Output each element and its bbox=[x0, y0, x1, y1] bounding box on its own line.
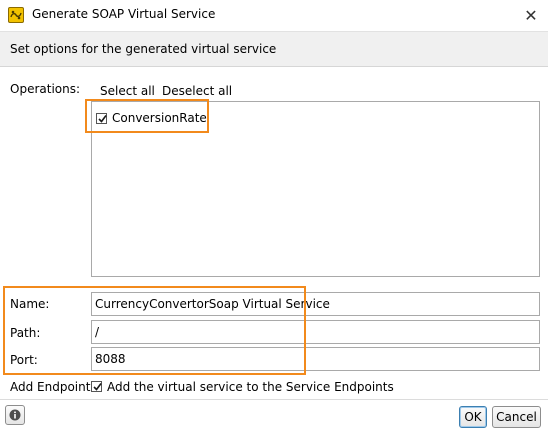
deselect-all-link[interactable]: Deselect all bbox=[162, 84, 232, 98]
info-icon bbox=[9, 409, 21, 421]
dialog-subtitle: Set options for the generated virtual se… bbox=[10, 42, 277, 56]
footer-divider bbox=[0, 399, 548, 400]
checkmark-icon bbox=[98, 115, 107, 123]
cancel-button[interactable]: Cancel bbox=[492, 406, 541, 428]
info-button[interactable] bbox=[5, 405, 25, 425]
close-button[interactable]: ✕ bbox=[518, 3, 544, 27]
app-logo-icon bbox=[8, 7, 24, 23]
port-input[interactable] bbox=[91, 347, 540, 371]
operation-label-conversionrate: ConversionRate bbox=[112, 111, 207, 125]
add-endpoint-label: Add Endpoint: bbox=[10, 380, 95, 394]
ok-button[interactable]: OK bbox=[459, 406, 487, 428]
port-label: Port: bbox=[10, 353, 38, 367]
operation-checkbox-conversionrate[interactable] bbox=[96, 113, 107, 124]
name-label: Name: bbox=[10, 297, 50, 311]
add-endpoint-checkbox-label: Add the virtual service to the Service E… bbox=[107, 380, 394, 394]
operations-label: Operations: bbox=[10, 82, 81, 96]
path-input[interactable] bbox=[91, 320, 540, 344]
select-all-link[interactable]: Select all bbox=[100, 84, 155, 98]
name-input[interactable] bbox=[91, 292, 540, 316]
operations-list[interactable] bbox=[91, 101, 540, 277]
add-endpoint-checkbox[interactable] bbox=[91, 381, 102, 392]
close-icon: ✕ bbox=[524, 5, 538, 25]
checkmark-icon bbox=[93, 383, 102, 391]
window-title: Generate SOAP Virtual Service bbox=[32, 7, 216, 21]
path-label: Path: bbox=[10, 326, 41, 340]
